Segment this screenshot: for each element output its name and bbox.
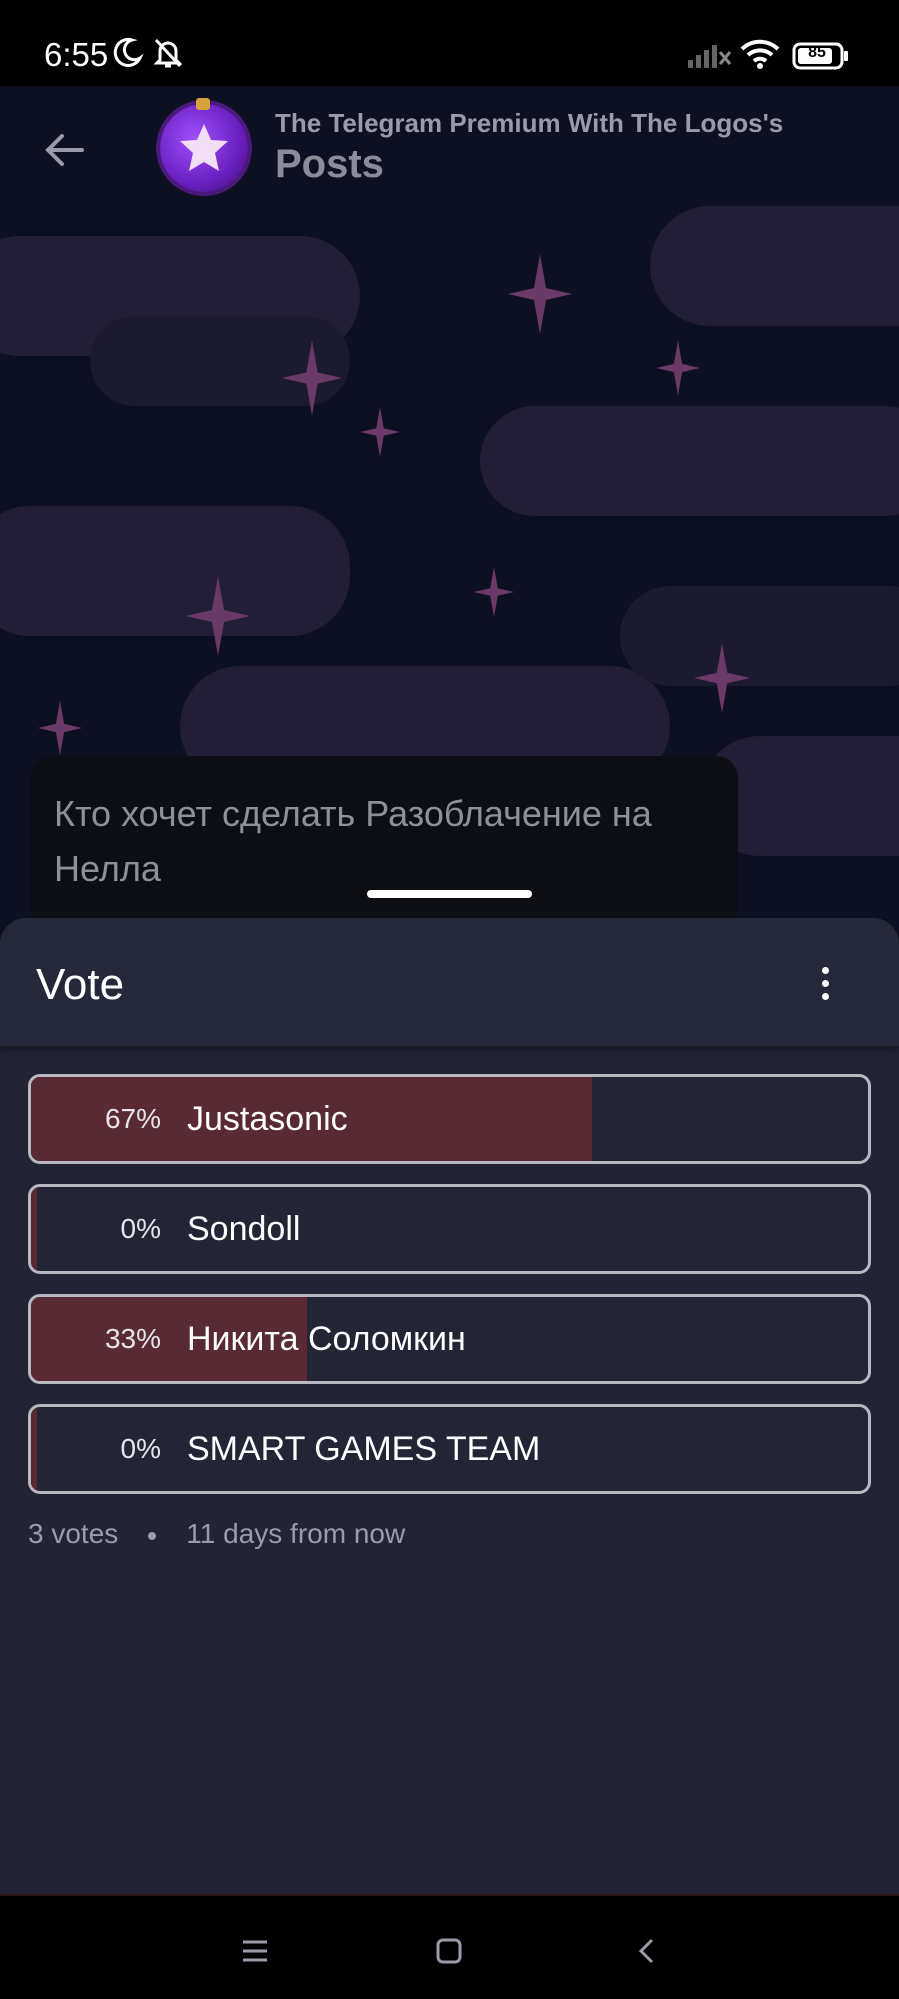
battery-icon: 85 xyxy=(792,42,850,75)
channel-avatar[interactable] xyxy=(160,104,248,192)
poll-option[interactable]: 0% SMART GAMES TEAM xyxy=(28,1404,871,1494)
option-percent: 0% xyxy=(120,1433,161,1464)
battery-level: 85 xyxy=(808,44,826,61)
star-icon xyxy=(180,124,228,171)
dot-icon xyxy=(821,979,829,987)
back-nav-button[interactable] xyxy=(622,1926,672,1976)
option-percent: 0% xyxy=(120,1213,161,1244)
signal-icon xyxy=(688,42,732,73)
vote-count: 3 votes xyxy=(28,1518,119,1549)
option-label: SMART GAMES TEAM xyxy=(187,1430,541,1468)
chat-header xyxy=(0,86,899,216)
poll-time-left: 11 days from now xyxy=(186,1518,406,1549)
poll-option[interactable]: 67% Justasonic xyxy=(28,1074,871,1164)
poll-title: Vote xyxy=(36,960,125,1009)
wifi-icon xyxy=(740,38,780,75)
page-title: Posts xyxy=(275,142,384,186)
option-label: Никита Соломкин xyxy=(187,1320,466,1358)
recents-button[interactable] xyxy=(230,1926,280,1976)
back-button[interactable] xyxy=(36,122,92,178)
separator-dot xyxy=(148,1531,157,1540)
poll-footer: 3 votes 11 days from now xyxy=(28,1518,405,1550)
sheet-drag-handle[interactable] xyxy=(367,890,532,898)
message-bubble[interactable]: Кто хочет сделать Разоблачение на Нелла xyxy=(30,756,738,926)
option-percent: 67% xyxy=(104,1103,161,1134)
status-time: 6:55 xyxy=(44,36,109,73)
dot-icon xyxy=(821,992,829,1000)
poll-option[interactable]: 0% Sondoll xyxy=(28,1184,871,1274)
moon-icon xyxy=(112,36,144,73)
poll-results-sheet: Vote 67% Justasonic 0% Sondoll 33% Никит… xyxy=(0,918,899,1894)
option-label: Sondoll xyxy=(187,1210,301,1248)
more-options-button[interactable] xyxy=(810,958,840,1008)
channel-name[interactable]: The Telegram Premium With The Logos's xyxy=(275,108,783,139)
dot-icon xyxy=(821,966,829,974)
bell-off-icon xyxy=(152,36,184,75)
home-button[interactable] xyxy=(424,1926,474,1976)
arrow-left-icon xyxy=(45,134,84,166)
status-bar: 6:55 85 xyxy=(0,0,899,86)
sheet-header: Vote xyxy=(0,918,899,1046)
message-text: Кто хочет сделать Разоблачение на Нелла xyxy=(54,793,652,889)
poll-option[interactable]: 33% Никита Соломкин xyxy=(28,1294,871,1384)
home-square-icon xyxy=(436,1938,462,1964)
lock-icon xyxy=(196,98,210,110)
menu-icon xyxy=(243,1940,267,1962)
poll-options: 67% Justasonic 0% Sondoll 33% Никита Сол… xyxy=(28,1074,871,1514)
system-nav-bar xyxy=(0,1894,899,1999)
option-percent: 33% xyxy=(104,1323,161,1354)
option-label: Justasonic xyxy=(187,1100,348,1138)
back-chevron-icon xyxy=(638,1938,654,1964)
